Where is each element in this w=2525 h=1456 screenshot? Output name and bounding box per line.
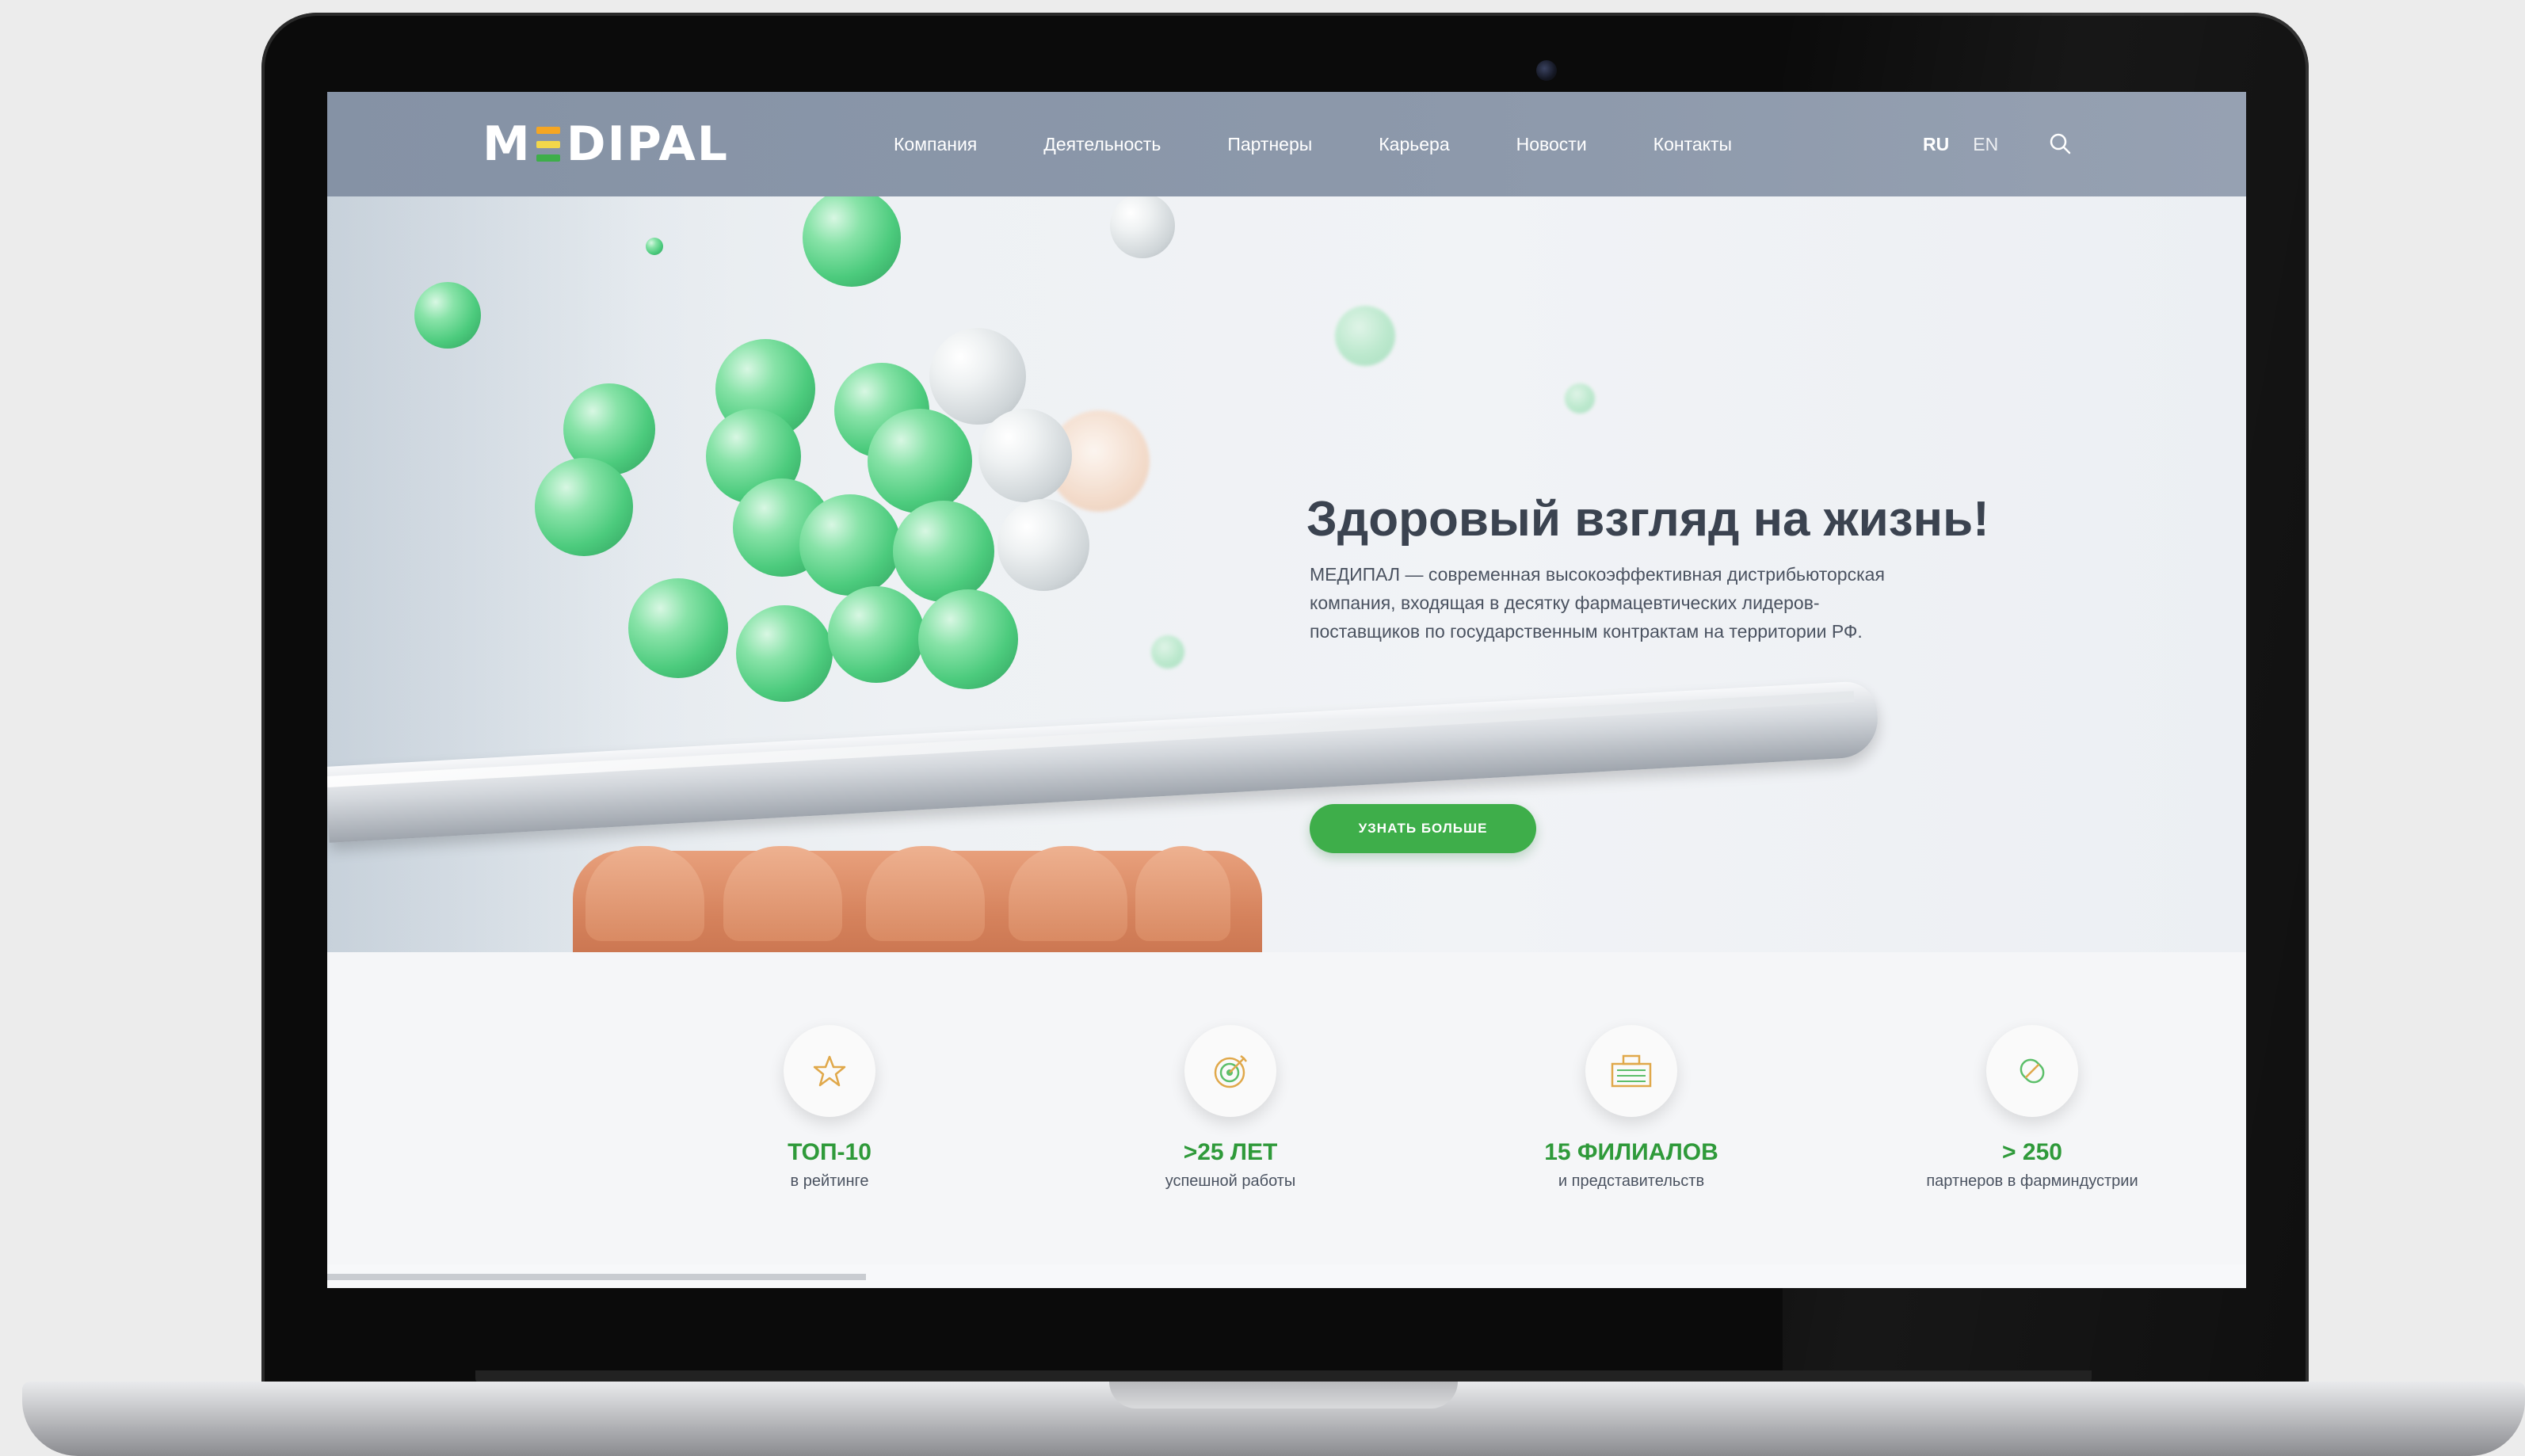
- hero-section: Здоровый взгляд на жизнь! МЕДИПАЛ — совр…: [327, 196, 2246, 952]
- pill-icon: [1986, 1025, 2078, 1117]
- molecule-ball: [1335, 306, 1395, 366]
- stat-caption: и представительств: [1558, 1172, 1705, 1190]
- molecule-ball: [414, 282, 481, 349]
- lang-en-link[interactable]: EN: [1973, 134, 1998, 155]
- target-icon: [1184, 1025, 1276, 1117]
- medipal-logo[interactable]: M DIPAL: [482, 112, 729, 176]
- finger-illustration: [723, 846, 842, 941]
- nav-item-news[interactable]: Новости: [1516, 134, 1587, 155]
- molecule-ball: [978, 409, 1072, 502]
- nav-item-company[interactable]: Компания: [894, 134, 977, 155]
- lang-ru-link[interactable]: RU: [1923, 134, 1949, 155]
- logo-e-stripe-green: [536, 154, 560, 162]
- molecule-ball: [893, 501, 994, 602]
- nav-item-career[interactable]: Карьера: [1379, 134, 1449, 155]
- star-icon: [784, 1025, 875, 1117]
- stat-value: > 250: [2002, 1139, 2062, 1165]
- browser-screen: M DIPAL Компания Деятельность Партнеры К…: [327, 92, 2246, 1288]
- webcam: [1536, 60, 1557, 81]
- molecule-ball: [918, 589, 1018, 689]
- nav-item-activity[interactable]: Деятельность: [1043, 134, 1161, 155]
- logo-text-rest: DIPAL: [566, 116, 729, 172]
- stat-value: ТОП-10: [788, 1139, 872, 1165]
- nav-item-partners[interactable]: Партнеры: [1227, 134, 1312, 155]
- hero-description: МЕДИПАЛ — современная высокоэффективная …: [1310, 564, 1885, 642]
- finger-illustration: [1009, 846, 1127, 941]
- molecule-ball: [736, 605, 833, 702]
- stats-section: ТОП-10 в рейтинге >25 ЛЕТ успешной работ…: [327, 952, 2246, 1264]
- molecule-ball: [803, 196, 901, 287]
- site-header: M DIPAL Компания Деятельность Партнеры К…: [327, 92, 2246, 196]
- molecule-ball: [868, 409, 972, 513]
- hero-title: Здоровый взгляд на жизнь!: [1306, 491, 1989, 547]
- search-icon[interactable]: [2046, 130, 2075, 158]
- stat-value: >25 ЛЕТ: [1183, 1139, 1278, 1165]
- building-icon: [1585, 1025, 1677, 1117]
- molecule-ball: [535, 458, 633, 556]
- molecule-ball: [628, 578, 728, 678]
- page-scroll-indicator: [327, 1274, 866, 1280]
- molecule-ball: [1151, 635, 1184, 669]
- nav-item-contacts[interactable]: Контакты: [1653, 134, 1732, 155]
- stat-caption: в рейтинге: [790, 1172, 869, 1190]
- learn-more-button[interactable]: УЗНАТЬ БОЛЬШЕ: [1310, 804, 1536, 853]
- molecule-ball: [1565, 383, 1595, 414]
- molecule-ball: [828, 586, 925, 683]
- finger-illustration: [866, 846, 985, 941]
- molecule-ball: [799, 494, 901, 596]
- laptop-notch: [1109, 1382, 1458, 1408]
- molecule-ball: [997, 499, 1089, 591]
- stat-caption: успешной работы: [1165, 1172, 1296, 1190]
- logo-letter-m: M: [482, 116, 532, 172]
- molecule-ball: [646, 238, 663, 255]
- stat-caption: партнеров в фарминдустрии: [1926, 1172, 2138, 1190]
- language-switcher: RU EN: [1923, 92, 1998, 196]
- finger-illustration: [1135, 846, 1230, 941]
- stat-value: 15 ФИЛИАЛОВ: [1544, 1139, 1718, 1165]
- molecule-ball: [1110, 196, 1175, 258]
- logo-e-stripe-orange: [536, 127, 560, 134]
- finger-illustration: [585, 846, 704, 941]
- main-nav: Компания Деятельность Партнеры Карьера Н…: [894, 92, 1798, 196]
- logo-e-stripe-yellow: [536, 140, 560, 148]
- logo-striped-e: [536, 127, 560, 162]
